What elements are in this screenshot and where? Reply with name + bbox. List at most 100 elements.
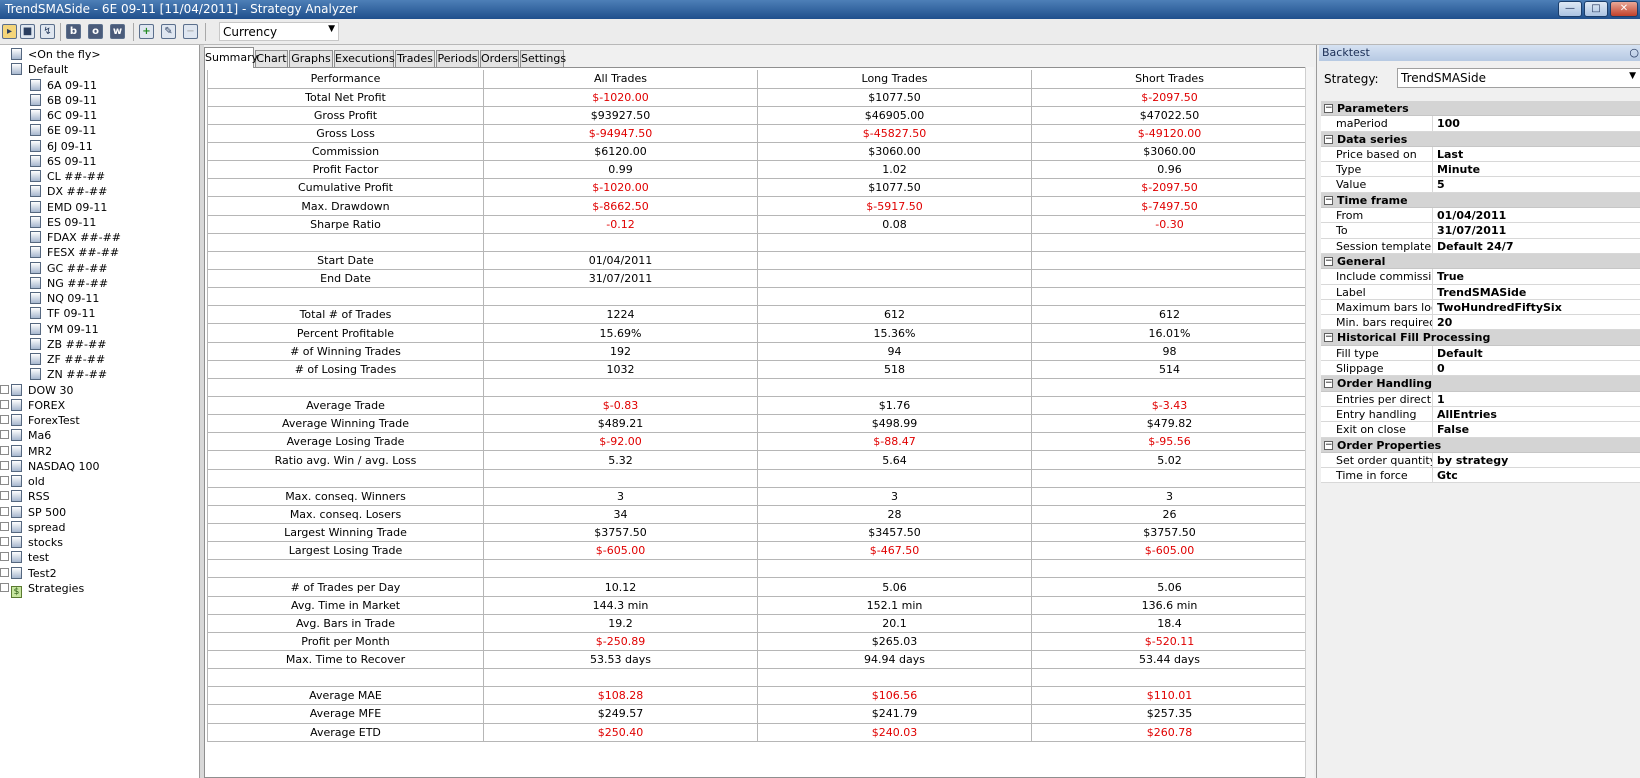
tree-item[interactable]: DOW 30: [0, 383, 74, 399]
add-icon[interactable]: +: [139, 24, 154, 39]
edit-icon[interactable]: ✎: [161, 24, 176, 39]
tree-item[interactable]: GC ##-##: [30, 261, 108, 277]
tree-item[interactable]: 6A 09-11: [30, 78, 97, 94]
property-row[interactable]: maPeriod 100: [1321, 116, 1640, 132]
tab-settings[interactable]: Settings: [520, 50, 566, 67]
expand-icon[interactable]: [0, 582, 9, 592]
tree-item[interactable]: YM 09-11: [30, 322, 99, 338]
collapse-icon[interactable]: −: [1324, 195, 1333, 205]
tree-item[interactable]: NQ 09-11: [30, 291, 99, 307]
property-row[interactable]: Set order quantity by strategy: [1321, 452, 1640, 469]
tab-periods[interactable]: Periods: [436, 50, 479, 67]
tree-item[interactable]: 6B 09-11: [30, 93, 97, 109]
property-value[interactable]: Default: [1433, 346, 1640, 360]
property-category[interactable]: − General: [1321, 253, 1640, 270]
property-row[interactable]: Type Minute: [1321, 162, 1640, 178]
expand-icon[interactable]: [0, 567, 9, 577]
tree-item[interactable]: FOREX: [0, 398, 65, 414]
expand-icon[interactable]: [0, 537, 9, 546]
property-row[interactable]: Price based on Last: [1321, 146, 1640, 163]
strategy-select[interactable]: TrendSMASide ▼: [1397, 68, 1640, 88]
display-unit-select[interactable]: Currency ▼: [219, 22, 339, 41]
tree-item[interactable]: ES 09-11: [30, 215, 96, 231]
tab-trades[interactable]: Trades: [395, 50, 435, 67]
expand-icon[interactable]: [0, 384, 9, 394]
property-value[interactable]: 01/04/2011: [1433, 208, 1640, 222]
property-row[interactable]: To 31/07/2011: [1321, 223, 1640, 239]
close-icon[interactable]: ✕: [1610, 1, 1638, 17]
property-value[interactable]: TwoHundredFiftySix: [1433, 300, 1640, 314]
property-value[interactable]: 5: [1433, 177, 1640, 191]
run-backtest-icon[interactable]: ↯: [40, 24, 55, 39]
tab-executions[interactable]: Executions: [334, 50, 395, 67]
property-value[interactable]: 31/07/2011: [1433, 223, 1640, 237]
property-value[interactable]: Minute: [1433, 162, 1640, 176]
tree-item[interactable]: ForexTest: [0, 413, 80, 429]
property-row[interactable]: Maximum bars look bacTwoHundredFiftySix: [1321, 299, 1640, 316]
property-category[interactable]: − Time frame: [1321, 192, 1640, 209]
expand-icon[interactable]: [0, 430, 9, 440]
property-row[interactable]: Label TrendSMASide: [1321, 284, 1640, 300]
collapse-icon[interactable]: −: [1324, 256, 1333, 266]
tree-item[interactable]: Test2: [0, 566, 57, 582]
property-category[interactable]: − Order Handling: [1321, 376, 1640, 392]
expand-icon[interactable]: [0, 445, 9, 455]
tab-orders[interactable]: Orders: [480, 50, 519, 67]
save-icon[interactable]: ■: [20, 24, 35, 39]
tree-item[interactable]: 6C 09-11: [30, 108, 97, 124]
pin-icon[interactable]: ○: [1629, 45, 1639, 60]
tree-item[interactable]: $ Strategies: [0, 581, 84, 598]
expand-icon[interactable]: [0, 491, 9, 501]
tree-item[interactable]: NASDAQ 100: [0, 459, 100, 475]
property-category[interactable]: − Historical Fill Processing: [1321, 330, 1640, 346]
property-row[interactable]: Exit on close False: [1321, 422, 1640, 438]
tree-item[interactable]: FESX ##-##: [30, 245, 119, 261]
property-value[interactable]: True: [1433, 269, 1640, 283]
tree-item[interactable]: ZN ##-##: [30, 367, 107, 383]
tree-item[interactable]: Default: [0, 62, 68, 78]
tree-item[interactable]: stocks: [0, 535, 63, 551]
tree-item[interactable]: CL ##-##: [30, 169, 105, 185]
expand-icon[interactable]: [0, 476, 9, 485]
property-value[interactable]: False: [1433, 422, 1640, 436]
tree-item[interactable]: spread: [0, 520, 66, 536]
minimize-icon[interactable]: —: [1558, 1, 1582, 17]
property-row[interactable]: Time in force Gtc: [1321, 468, 1640, 484]
tree-item[interactable]: old: [0, 474, 45, 490]
tree-item[interactable]: <On the fly>: [0, 47, 101, 63]
property-row[interactable]: Slippage 0: [1321, 361, 1640, 377]
collapse-icon[interactable]: −: [1324, 333, 1333, 343]
property-row[interactable]: From 01/04/2011: [1321, 208, 1640, 224]
tree-item[interactable]: Ma6: [0, 428, 51, 444]
tree-item[interactable]: NG ##-##: [30, 276, 108, 292]
walkforward-mode-icon[interactable]: w: [110, 24, 125, 39]
property-row[interactable]: Entry handling AllEntries: [1321, 406, 1640, 423]
expand-icon[interactable]: [0, 399, 9, 409]
backtest-mode-icon[interactable]: b: [66, 24, 81, 39]
property-value[interactable]: TrendSMASide: [1433, 285, 1640, 299]
summary-scrollbar[interactable]: [1305, 67, 1314, 778]
collapse-icon[interactable]: −: [1324, 104, 1333, 113]
property-value[interactable]: by strategy: [1433, 453, 1640, 467]
property-row[interactable]: Include commissionTrue: [1321, 269, 1640, 285]
property-value[interactable]: Gtc: [1433, 468, 1640, 482]
property-value[interactable]: 100: [1433, 116, 1640, 130]
property-row[interactable]: Min. bars required 20: [1321, 315, 1640, 331]
property-row[interactable]: Fill type Default: [1321, 345, 1640, 362]
column-header-performance[interactable]: Performance: [207, 70, 484, 89]
expand-icon[interactable]: [0, 460, 9, 470]
tree-item[interactable]: MR2: [0, 444, 52, 460]
collapse-icon[interactable]: −: [1324, 134, 1333, 144]
tab-graphs[interactable]: Graphs: [289, 50, 333, 67]
column-header-long-trades[interactable]: Long Trades: [757, 70, 1032, 89]
tree-item[interactable]: TF 09-11: [30, 306, 96, 322]
tree-item[interactable]: RSS: [0, 489, 50, 505]
property-value[interactable]: AllEntries: [1433, 407, 1640, 421]
expand-icon[interactable]: [0, 415, 9, 424]
collapse-icon[interactable]: −: [1324, 440, 1333, 450]
tab-chart[interactable]: Chart: [255, 50, 288, 67]
column-header-all-trades[interactable]: All Trades: [483, 70, 758, 89]
property-row[interactable]: Entries per direction1: [1321, 391, 1640, 407]
optimize-mode-icon[interactable]: o: [88, 24, 103, 39]
property-category[interactable]: − Parameters: [1321, 101, 1640, 117]
